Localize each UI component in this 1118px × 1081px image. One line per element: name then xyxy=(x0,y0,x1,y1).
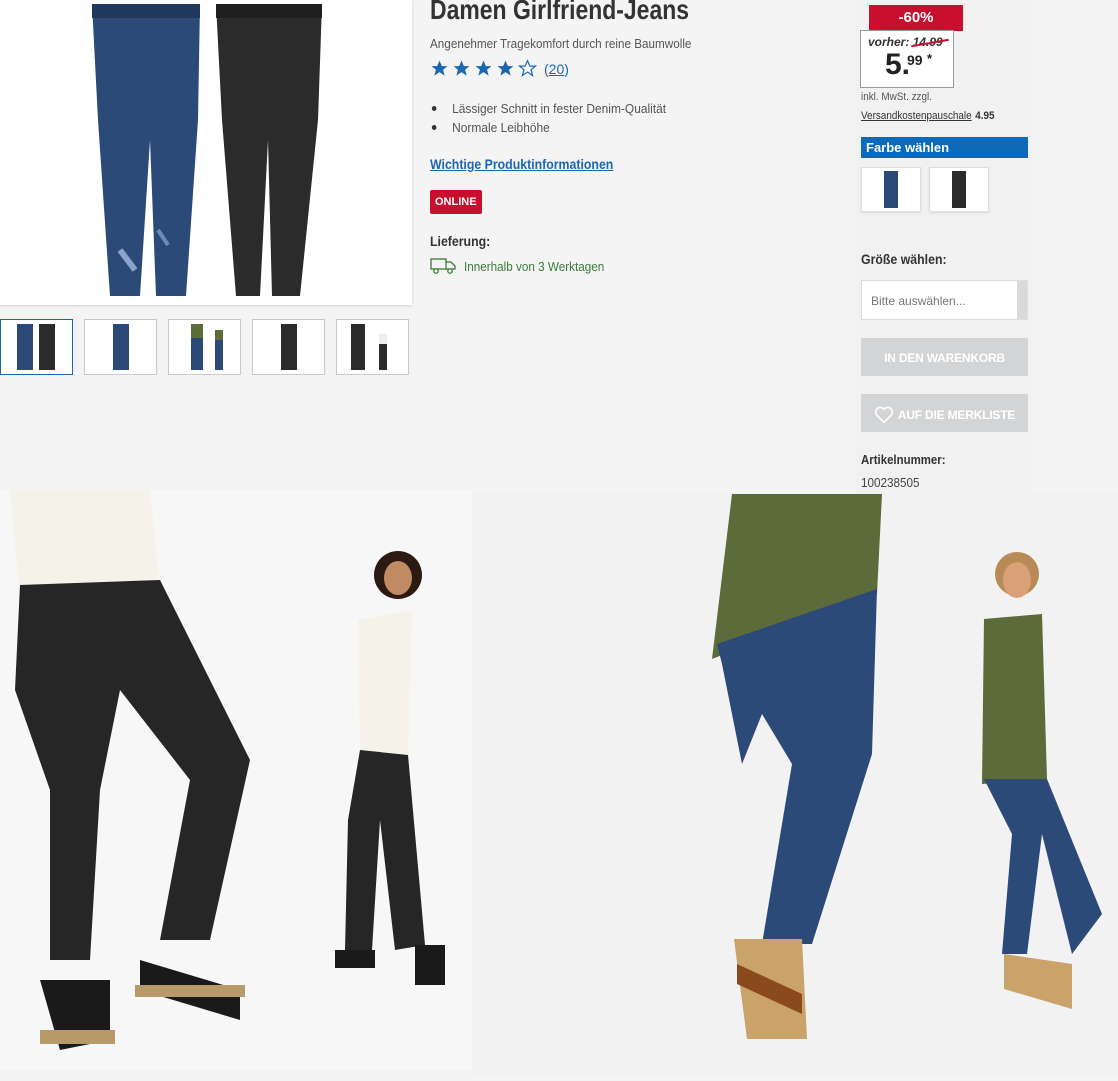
discount-badge: -60% xyxy=(869,5,963,31)
feature-list: Lässiger Schnitt in fester Denim-Qualitä… xyxy=(430,99,687,137)
product-info-link[interactable]: Wichtige Produktinformationen xyxy=(430,156,613,172)
product-subtitle: Angenehmer Tragekomfort durch reine Baum… xyxy=(430,36,692,51)
main-product-image[interactable] xyxy=(0,0,412,305)
vat-note: inkl. MwSt. zzgl. xyxy=(861,91,932,103)
add-to-cart-button[interactable]: IN DEN WARENKORB xyxy=(861,338,1028,376)
lifestyle-image-blue-jeans xyxy=(472,494,1118,1076)
add-to-wishlist-button[interactable]: AUF DIE MERKLISTE xyxy=(861,394,1028,432)
old-price: vorher: 14.99 xyxy=(868,35,943,49)
color-swatch-blue[interactable] xyxy=(861,167,921,212)
size-label: Größe wählen: xyxy=(861,251,947,267)
old-price-value: 14.99 xyxy=(912,35,943,49)
thumbnail-black-jeans[interactable] xyxy=(252,319,325,375)
feature-item: Normale Leibhöhe xyxy=(430,118,666,137)
star-filled-icon xyxy=(431,60,448,76)
shipping-amount: 4.95 xyxy=(975,110,995,122)
star-filled-icon xyxy=(475,60,492,76)
delivery-text: Innerhalb von 3 Werktagen xyxy=(464,258,605,274)
bullet-icon xyxy=(431,106,437,111)
online-badge: ONLINE xyxy=(430,190,482,214)
thumbnail-model-black[interactable] xyxy=(336,319,409,375)
thumbnail-model-blue[interactable] xyxy=(168,319,241,375)
size-select[interactable] xyxy=(861,280,1028,321)
price-decimal: 99 xyxy=(907,52,923,68)
lifestyle-image-black-jeans xyxy=(0,490,472,1070)
wishlist-label: AUF DIE MERKLISTE xyxy=(897,407,1016,422)
thumbnail-both-jeans[interactable] xyxy=(0,319,73,375)
product-title: Damen Girlfriend-Jeans xyxy=(430,0,690,25)
truck-icon xyxy=(430,258,456,274)
star-filled-icon xyxy=(497,60,514,76)
bullet-icon xyxy=(431,125,437,130)
size-select-input[interactable] xyxy=(862,281,1023,321)
thumbnail-blue-jeans[interactable] xyxy=(84,319,157,375)
product-rating[interactable]: (20) xyxy=(430,59,569,78)
rating-count-link[interactable]: 20 xyxy=(549,61,565,77)
color-selector-header: Farbe wählen xyxy=(861,137,1028,158)
star-empty-icon xyxy=(518,59,537,78)
delivery-label: Lieferung: xyxy=(430,233,491,249)
dropdown-arrow-icon[interactable] xyxy=(1017,281,1027,319)
shipping-link[interactable]: Versandkostenpauschale xyxy=(861,110,972,122)
star-filled-icon xyxy=(453,60,470,76)
delivery-info: Innerhalb von 3 Werktagen xyxy=(430,257,620,275)
feature-text: Normale Leibhöhe xyxy=(452,120,550,135)
price-footnote-mark: * xyxy=(927,51,933,66)
old-price-label: vorher: xyxy=(868,35,910,49)
color-swatch-black[interactable] xyxy=(929,167,989,212)
article-number-label: Artikelnummer: xyxy=(861,452,946,467)
rating-count[interactable]: (20) xyxy=(544,61,569,77)
feature-item: Lässiger Schnitt in fester Denim-Qualitä… xyxy=(430,99,666,118)
shipping-info: Versandkostenpauschale 4.95 xyxy=(861,110,995,122)
article-number: 100238505 xyxy=(861,475,920,490)
feature-text: Lässiger Schnitt in fester Denim-Qualitä… xyxy=(452,101,667,116)
heart-icon xyxy=(874,406,894,424)
